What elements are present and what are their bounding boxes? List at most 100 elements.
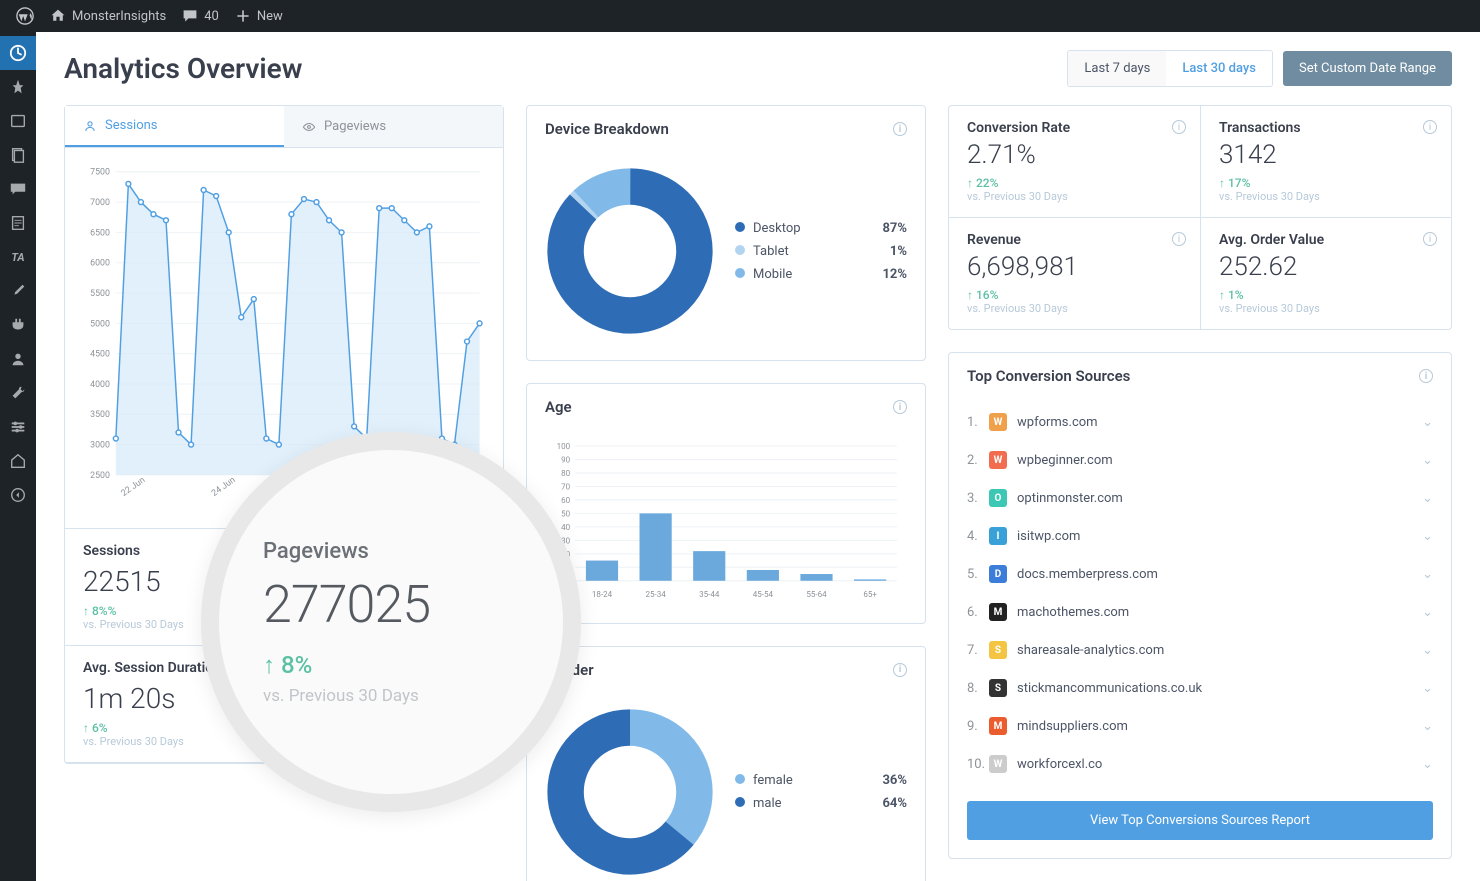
- svg-text:100: 100: [557, 442, 571, 451]
- metric-conversion: Conversion Rate 2.71% ↑ 22% vs. Previous…: [948, 105, 1200, 218]
- svg-text:65+: 65+: [863, 590, 877, 599]
- age-bar-chart: 010203040506070809010018-2425-3435-4445-…: [527, 430, 925, 623]
- svg-text:50: 50: [561, 509, 571, 518]
- source-row[interactable]: 3. O optinmonster.com ⌄: [949, 479, 1451, 517]
- info-icon[interactable]: i: [1423, 232, 1437, 246]
- pageviews-zoom-lens: Pageviews 277025 ↑ 8% vs. Previous 30 Da…: [201, 432, 581, 812]
- wordpress-icon: [16, 7, 34, 25]
- set-custom-range-button[interactable]: Set Custom Date Range: [1283, 51, 1452, 86]
- date-range-tabs: Last 7 days Last 30 days: [1067, 50, 1273, 87]
- svg-text:80: 80: [561, 469, 571, 478]
- source-name: optinmonster.com: [1017, 491, 1123, 506]
- tab-last-7-days[interactable]: Last 7 days: [1068, 51, 1166, 86]
- source-row[interactable]: 7. S shareasale-analytics.com ⌄: [949, 631, 1451, 669]
- zoom-vs: vs. Previous 30 Days: [263, 686, 519, 706]
- chevron-down-icon: ⌄: [1422, 681, 1433, 696]
- info-icon[interactable]: i: [893, 663, 907, 677]
- collapse-icon: [9, 486, 27, 504]
- source-row[interactable]: 5. D docs.memberpress.com ⌄: [949, 555, 1451, 593]
- dashboard-icon: [9, 44, 27, 62]
- source-row[interactable]: 8. S stickmancommunications.co.uk ⌄: [949, 669, 1451, 707]
- device-donut-chart: [545, 166, 715, 336]
- info-icon[interactable]: i: [1419, 369, 1433, 383]
- source-favicon: S: [989, 641, 1007, 659]
- sidebar-appearance[interactable]: [0, 274, 36, 308]
- gender-card: Genderi female36%male64%: [526, 646, 926, 881]
- sidebar-ta[interactable]: TA: [0, 240, 36, 274]
- chevron-down-icon: ⌄: [1422, 605, 1433, 620]
- comments-link[interactable]: 40: [174, 8, 227, 24]
- new-content[interactable]: New: [227, 8, 291, 24]
- wp-logo[interactable]: [8, 7, 42, 25]
- info-icon[interactable]: i: [893, 400, 907, 414]
- tab-last-30-days[interactable]: Last 30 days: [1166, 51, 1272, 86]
- source-name: docs.memberpress.com: [1017, 567, 1158, 582]
- info-icon[interactable]: i: [1423, 120, 1437, 134]
- svg-text:5000: 5000: [90, 319, 110, 329]
- metric-transactions: Transactions 3142 ↑ 17% vs. Previous 30 …: [1200, 105, 1452, 218]
- source-row[interactable]: 9. M mindsuppliers.com ⌄: [949, 707, 1451, 745]
- sidebar-pin[interactable]: [0, 70, 36, 104]
- sidebar-settings[interactable]: [0, 410, 36, 444]
- svg-text:3000: 3000: [90, 441, 110, 451]
- site-name[interactable]: MonsterInsights: [42, 8, 174, 24]
- source-row[interactable]: 4. I isitwp.com ⌄: [949, 517, 1451, 555]
- sidebar-tools[interactable]: [0, 376, 36, 410]
- source-row[interactable]: 2. W wpbeginner.com ⌄: [949, 441, 1451, 479]
- sidebar-collapse[interactable]: [0, 478, 36, 512]
- sidebar-media[interactable]: [0, 104, 36, 138]
- comments-count: 40: [204, 9, 219, 24]
- house-icon: [9, 452, 27, 470]
- source-row[interactable]: 10. W workforcexl.co ⌄: [949, 745, 1451, 783]
- eye-icon: [302, 120, 316, 134]
- info-icon[interactable]: i: [1172, 232, 1186, 246]
- age-title: Age: [545, 398, 572, 416]
- info-icon[interactable]: i: [893, 122, 907, 136]
- page-title: Analytics Overview: [64, 52, 302, 85]
- source-name: wpforms.com: [1017, 415, 1098, 430]
- legend-item: Tablet1%: [735, 240, 907, 263]
- svg-text:35-44: 35-44: [699, 590, 720, 599]
- source-row[interactable]: 6. M machothemes.com ⌄: [949, 593, 1451, 631]
- sidebar-misc[interactable]: [0, 444, 36, 478]
- sidebar-pages[interactable]: [0, 138, 36, 172]
- sidebar-insights[interactable]: [0, 36, 36, 70]
- source-name: wpbeginner.com: [1017, 453, 1113, 468]
- sidebar-plugins[interactable]: [0, 308, 36, 342]
- age-card: Agei 010203040506070809010018-2425-3435-…: [526, 383, 926, 624]
- device-title: Device Breakdown: [545, 120, 669, 138]
- svg-text:40: 40: [561, 523, 571, 532]
- view-report-button[interactable]: View Top Conversions Sources Report: [967, 801, 1433, 840]
- chevron-down-icon: ⌄: [1422, 453, 1433, 468]
- user-icon: [9, 350, 27, 368]
- ta-icon: TA: [11, 251, 24, 264]
- source-favicon: D: [989, 565, 1007, 583]
- chart-tab-sessions[interactable]: Sessions: [65, 106, 284, 147]
- chevron-down-icon: ⌄: [1422, 719, 1433, 734]
- source-name: shareasale-analytics.com: [1017, 643, 1164, 658]
- device-legend: Desktop87%Tablet1%Mobile12%: [735, 217, 907, 286]
- source-name: isitwp.com: [1017, 529, 1080, 544]
- svg-text:55-64: 55-64: [806, 590, 827, 599]
- svg-text:6500: 6500: [90, 228, 110, 238]
- chart-tab-pageviews[interactable]: Pageviews: [284, 106, 503, 147]
- zoom-change: ↑ 8%: [263, 651, 519, 680]
- svg-text:7500: 7500: [90, 168, 110, 178]
- sidebar-forms[interactable]: [0, 206, 36, 240]
- source-favicon: W: [989, 755, 1007, 773]
- source-row[interactable]: 1. W wpforms.com ⌄: [949, 403, 1451, 441]
- svg-text:25-34: 25-34: [645, 590, 666, 599]
- svg-text:22 Jun: 22 Jun: [120, 475, 148, 499]
- legend-item: male64%: [735, 792, 907, 815]
- comments-icon: [9, 180, 27, 198]
- source-favicon: O: [989, 489, 1007, 507]
- svg-text:4500: 4500: [90, 350, 110, 360]
- sidebar-users[interactable]: [0, 342, 36, 376]
- sources-title: Top Conversion Sources: [967, 367, 1130, 385]
- device-breakdown-card: Device Breakdown i Desktop87%Tablet1%Mobi…: [526, 105, 926, 361]
- source-favicon: S: [989, 679, 1007, 697]
- sidebar-comments[interactable]: [0, 172, 36, 206]
- zoom-label: Pageviews: [263, 539, 519, 564]
- source-name: machothemes.com: [1017, 605, 1129, 620]
- info-icon[interactable]: i: [1172, 120, 1186, 134]
